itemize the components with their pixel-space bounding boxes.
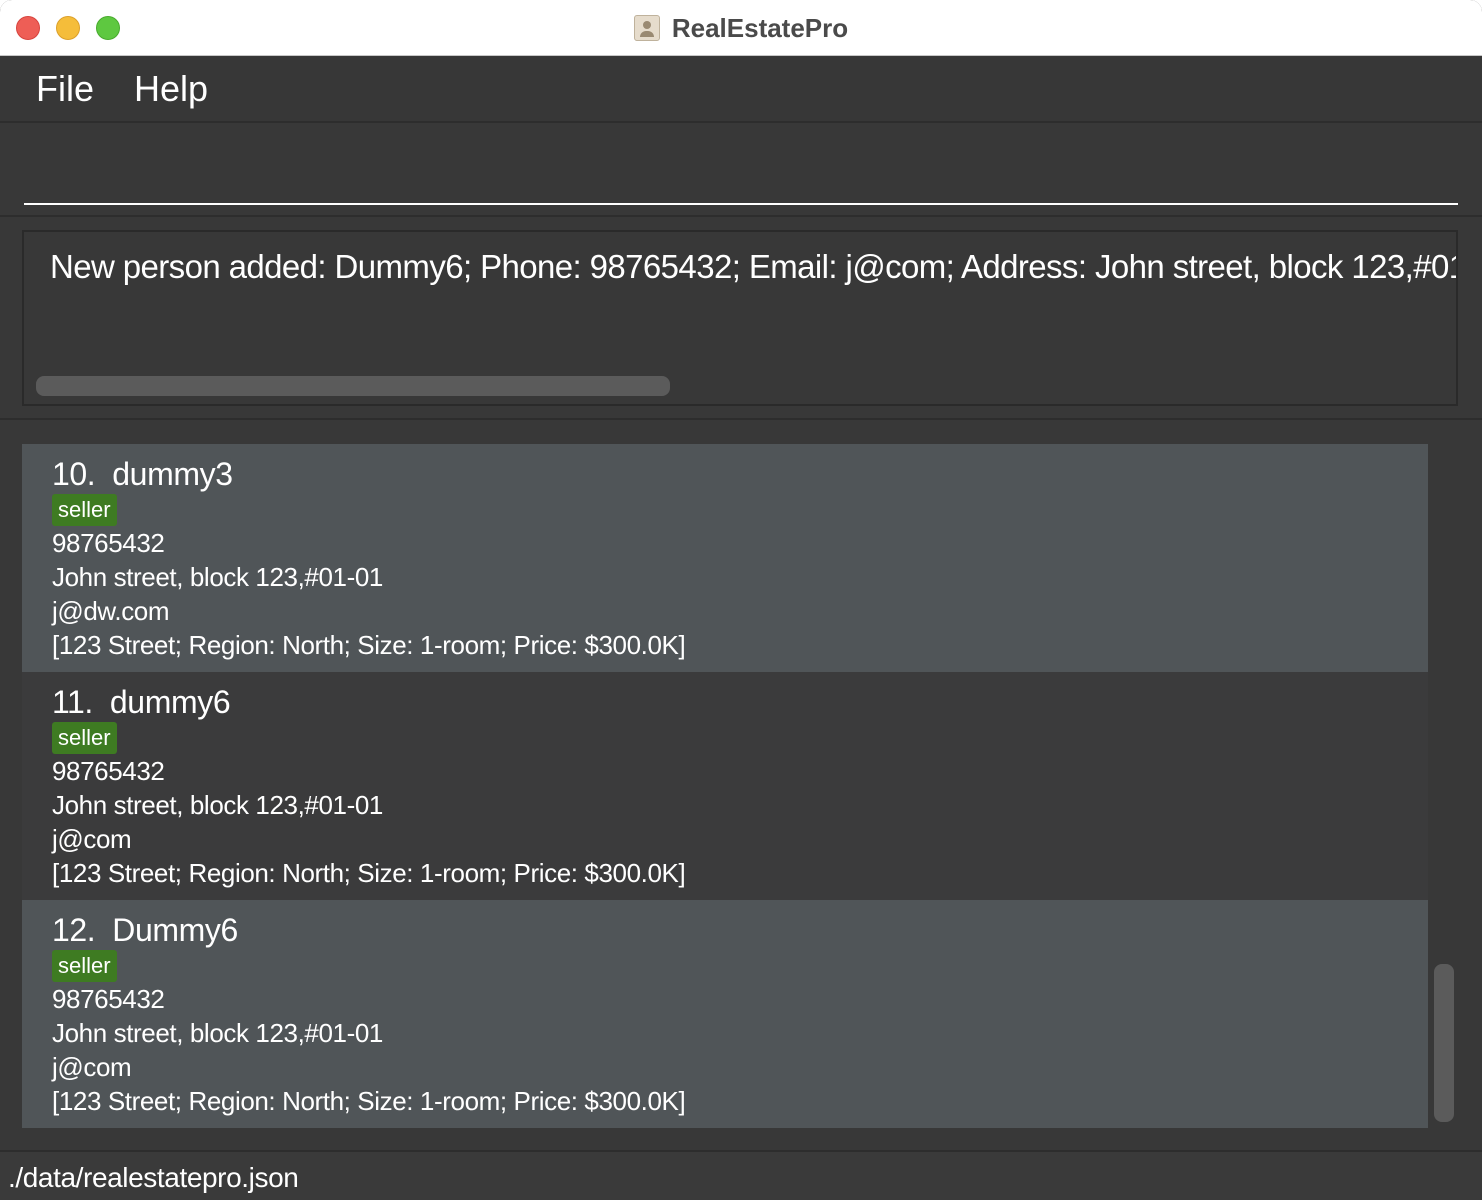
person-index: 10. bbox=[52, 456, 96, 492]
person-phone: 98765432 bbox=[52, 984, 165, 1014]
person-index: 11. bbox=[52, 684, 93, 720]
person-card[interactable]: 11. dummy6 seller 98765432 John street, … bbox=[22, 672, 1428, 900]
title-bar[interactable]: RealEstatePro bbox=[0, 0, 1482, 56]
tag-badge: seller bbox=[52, 494, 117, 526]
person-name: dummy3 bbox=[112, 456, 233, 492]
command-box bbox=[0, 125, 1482, 217]
result-message: New person added: Dummy6; Phone: 9876543… bbox=[50, 248, 1458, 285]
menu-file[interactable]: File bbox=[36, 68, 94, 110]
person-title: 12. Dummy6 bbox=[52, 912, 238, 949]
person-property: [123 Street; Region: North; Size: 1-room… bbox=[52, 630, 686, 660]
person-property: [123 Street; Region: North; Size: 1-room… bbox=[52, 1086, 686, 1116]
title-group: RealEstatePro bbox=[0, 0, 1482, 56]
person-phone: 98765432 bbox=[52, 528, 165, 558]
address-book-icon bbox=[633, 15, 660, 41]
status-bar: ./data/realestatepro.json bbox=[0, 1150, 1482, 1200]
person-card[interactable]: 10. dummy3 seller 98765432 John street, … bbox=[22, 444, 1428, 672]
tag-badge: seller bbox=[52, 950, 117, 982]
person-name: dummy6 bbox=[109, 684, 231, 720]
command-input[interactable] bbox=[24, 165, 1458, 205]
person-card[interactable]: 12. Dummy6 seller 98765432 John street, … bbox=[22, 900, 1428, 1128]
result-display: New person added: Dummy6; Phone: 9876543… bbox=[22, 230, 1458, 406]
vertical-scrollbar[interactable] bbox=[1434, 964, 1454, 1122]
person-address: John street, block 123,#01-01 bbox=[52, 790, 383, 820]
save-file-path: ./data/realestatepro.json bbox=[8, 1162, 299, 1193]
tag-badge: seller bbox=[52, 722, 117, 754]
person-email: j@com bbox=[52, 824, 132, 854]
person-property: [123 Street; Region: North; Size: 1-room… bbox=[52, 858, 686, 888]
horizontal-scrollbar[interactable] bbox=[36, 376, 670, 396]
person-email: j@dw.com bbox=[52, 596, 170, 626]
app-window: RealEstatePro File Help New person added… bbox=[0, 0, 1482, 1200]
menu-bar: File Help bbox=[0, 57, 1482, 123]
person-list-panel: 10. dummy3 seller 98765432 John street, … bbox=[0, 418, 1482, 1148]
menu-help[interactable]: Help bbox=[134, 68, 208, 110]
window-title: RealEstatePro bbox=[671, 12, 849, 43]
person-phone: 98765432 bbox=[52, 756, 165, 786]
person-list: 10. dummy3 seller 98765432 John street, … bbox=[22, 444, 1428, 1128]
person-title: 10. dummy3 bbox=[52, 456, 233, 493]
person-index: 12. bbox=[52, 912, 96, 948]
person-email: j@com bbox=[52, 1052, 132, 1082]
person-address: John street, block 123,#01-01 bbox=[52, 1018, 383, 1048]
person-title: 11. dummy6 bbox=[52, 684, 231, 721]
person-address: John street, block 123,#01-01 bbox=[52, 562, 383, 592]
person-name: Dummy6 bbox=[112, 912, 238, 948]
